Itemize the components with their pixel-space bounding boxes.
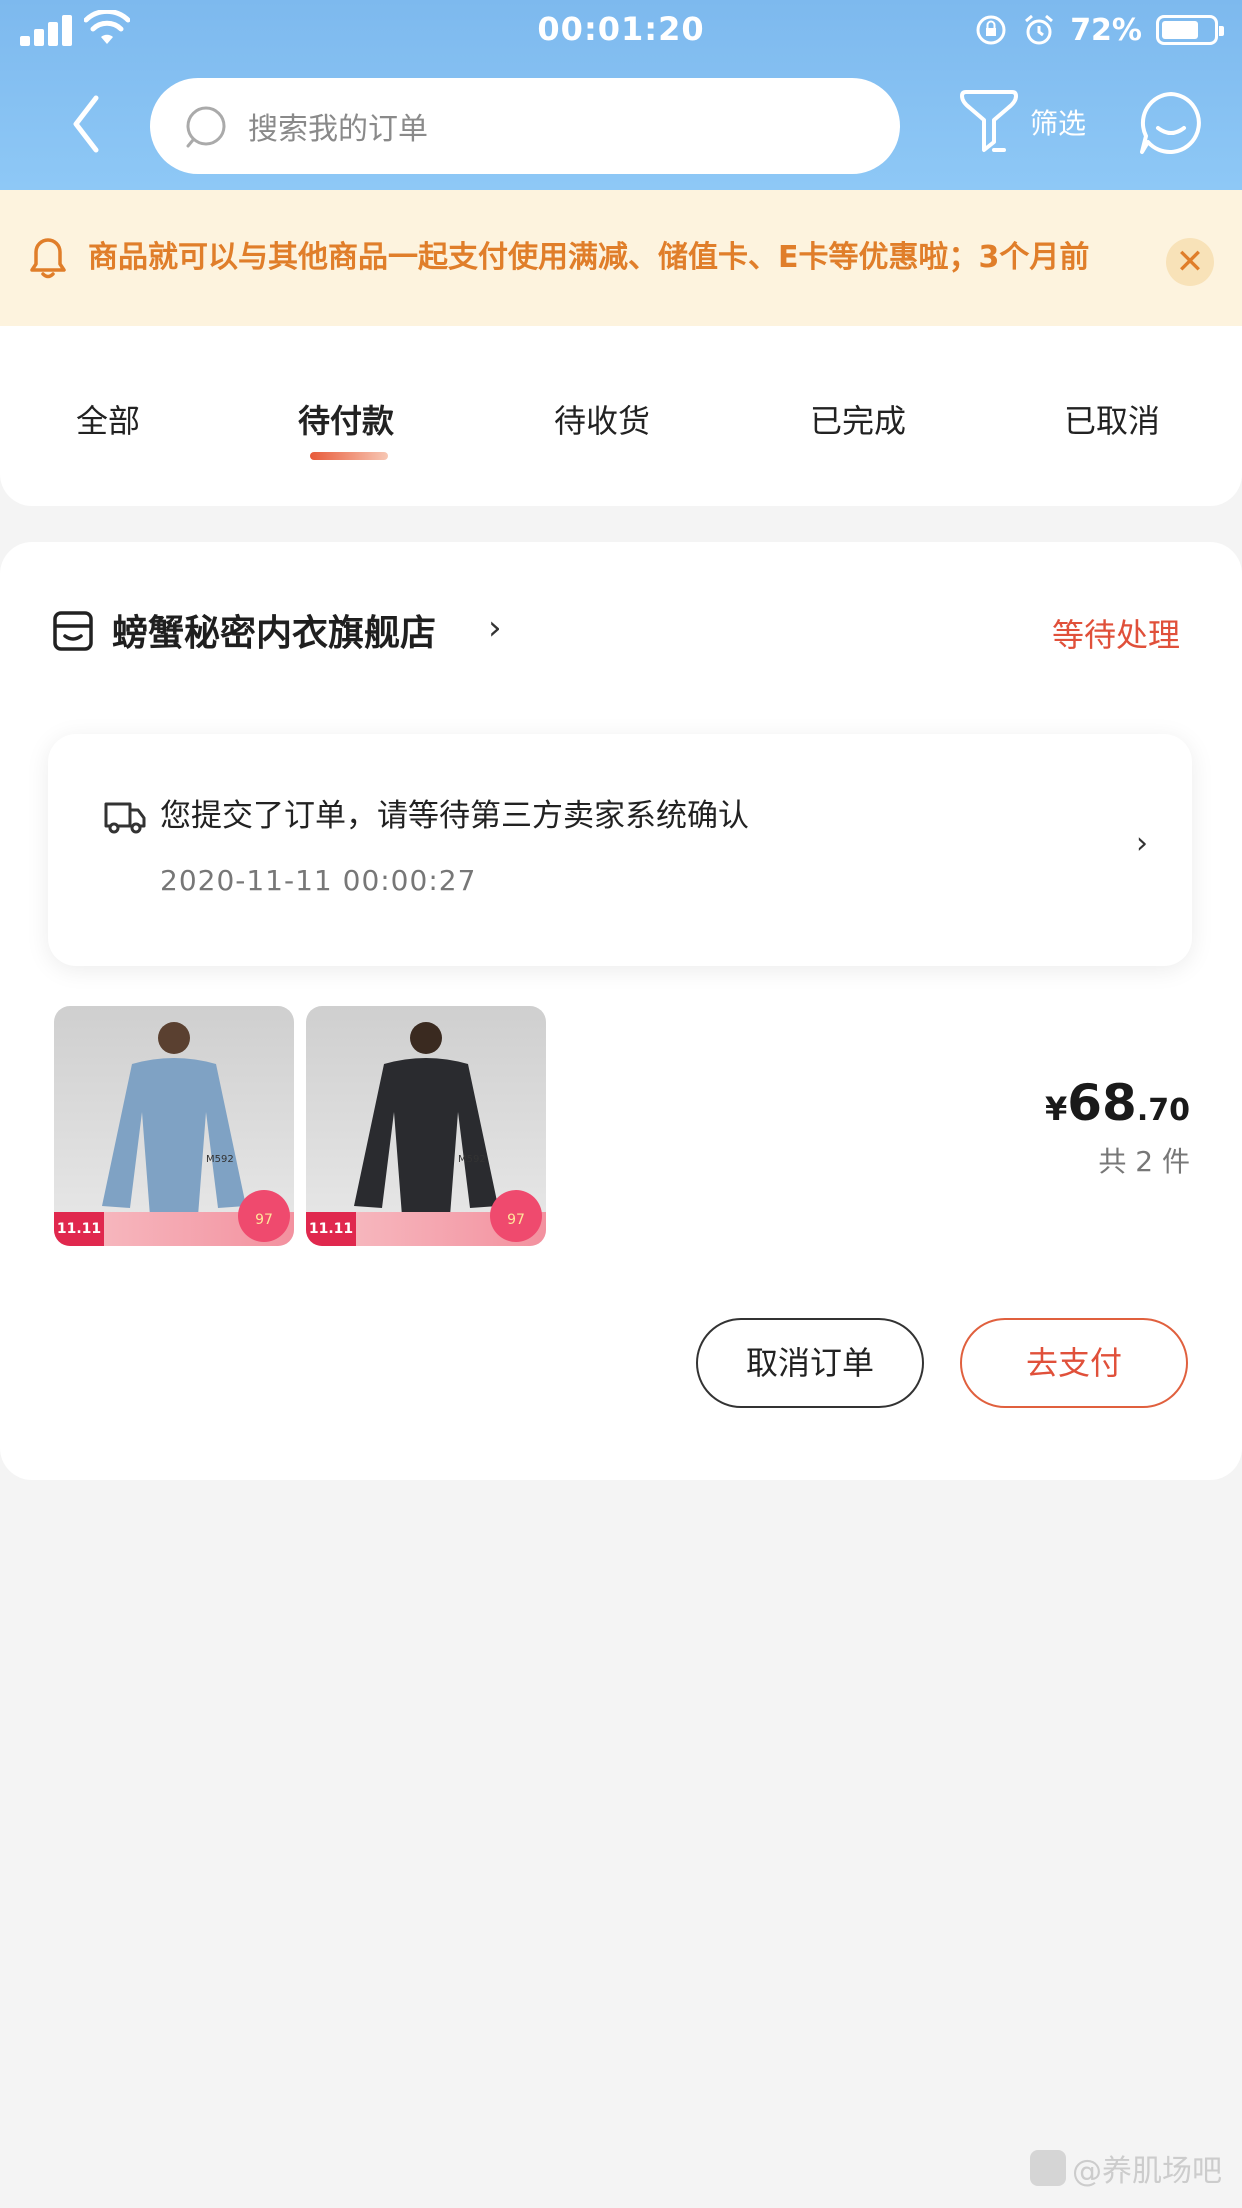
truck-icon [104,802,146,834]
bell-icon [30,238,66,279]
weibo-icon [1030,2150,1066,2186]
tab-pending-receipt[interactable]: 待收货 [554,396,650,442]
promo-badge: 97 [238,1190,290,1242]
pay-button[interactable]: 去支付 [960,1318,1188,1408]
promo-tag: 11.11 [54,1212,104,1246]
active-tab-indicator [310,452,388,460]
battery-percent: 72% [1070,12,1142,48]
promo-badge: 97 [490,1190,542,1242]
product-thumbnail[interactable]: M592 11.11 97 [54,1006,294,1246]
order-tabs: 全部 待付款 待收货 已完成 已取消 [0,326,1242,506]
store-icon [53,611,93,651]
tracking-message: 您提交了订单，请等待第三方卖家系统确认 [160,798,749,834]
message-icon[interactable] [1138,90,1204,156]
tab-pending-payment[interactable]: 待付款 [298,396,394,442]
tab-completed[interactable]: 已完成 [810,396,906,442]
back-arrow-icon[interactable] [62,92,112,156]
tab-all[interactable]: 全部 [76,396,140,442]
notice-text: 商品就可以与其他商品一起支付使用满减、储值卡、E卡等优惠啦；3个月前 [88,240,1090,275]
watermark: @养肌场吧 [1030,2146,1222,2190]
cancel-order-button[interactable]: 取消订单 [696,1318,924,1408]
order-status: 等待处理 [1052,616,1181,654]
price-currency: ¥ [1044,1090,1068,1128]
chevron-right-icon: › [1136,826,1148,861]
chevron-right-icon[interactable]: › [488,608,502,648]
filter-button[interactable]: 筛选 [958,86,1086,158]
product-image [354,1022,498,1216]
battery-icon [1156,15,1224,45]
search-placeholder: 搜索我的订单 [248,112,428,147]
filter-label: 筛选 [1030,107,1087,140]
tab-cancelled[interactable]: 已取消 [1064,396,1160,442]
product-image [102,1022,246,1216]
filter-icon [960,90,1018,152]
price-integer: 68 [1067,1074,1137,1132]
garment-shape [102,1058,246,1216]
price-decimal: .70 [1136,1093,1190,1128]
order-price: ¥68.70 [1045,1074,1190,1132]
alarm-icon [1025,14,1054,45]
store-name[interactable]: 螃蟹秘密内衣旗舰店 [112,604,436,656]
garment-shape [354,1058,498,1216]
order-card[interactable]: 螃蟹秘密内衣旗舰店 › 等待处理 您提交了订单，请等待第三方卖家系统确认 202… [0,542,1242,1480]
promo-tag: 11.11 [306,1212,356,1246]
battery-fill [1162,21,1198,39]
item-count: 共 2 件 [1098,1145,1190,1178]
search-input[interactable]: 搜索我的订单 [150,78,900,174]
notice-close-button[interactable]: ✕ [1166,238,1214,286]
rotation-lock-icon [976,15,1006,45]
status-right: 72% [974,12,1224,48]
header-bar: 00:01:20 72% 搜索我的订单 筛选 [0,0,1242,190]
status-bar: 00:01:20 72% [0,0,1242,62]
tracking-panel[interactable]: 您提交了订单，请等待第三方卖家系统确认 2020-11-11 00:00:27 … [48,734,1192,966]
product-thumbnail[interactable]: M592 11.11 97 [306,1006,546,1246]
watermark-text: @养肌场吧 [1072,2154,1222,2189]
notice-banner: 商品就可以与其他商品一起支付使用满减、储值卡、E卡等优惠啦；3个月前 [0,190,1242,327]
nav-row: 搜索我的订单 筛选 [0,72,1242,178]
tracking-time: 2020-11-11 00:00:27 [160,864,477,897]
search-icon [186,106,226,148]
